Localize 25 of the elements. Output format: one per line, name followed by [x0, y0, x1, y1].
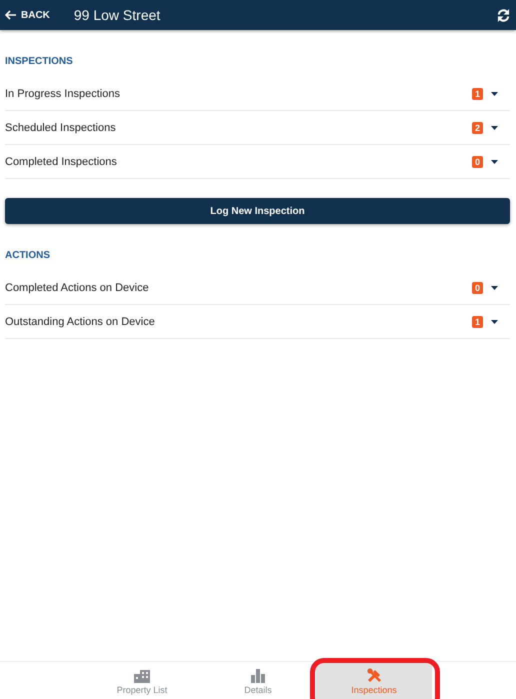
caret-down-icon[interactable] [491, 126, 498, 130]
section-heading: INSPECTIONS [5, 55, 74, 69]
list-item-label[interactable]: Scheduled Inspections [5, 122, 472, 134]
list-item-label[interactable]: Outstanding Actions on Device [5, 316, 472, 328]
building-icon [134, 670, 150, 683]
page-title: 99 Low Street [74, 7, 162, 23]
caret-down-icon[interactable] [491, 160, 498, 164]
back-button[interactable]: BACK [5, 10, 50, 20]
log-inspection-button[interactable]: Log New Inspection [5, 198, 510, 224]
arrow-left-icon [5, 10, 17, 20]
count-badge: 1 [472, 316, 483, 328]
count-badge: 2 [472, 122, 483, 134]
list-item-label[interactable]: In Progress Inspections [5, 88, 472, 100]
bar-chart-icon [251, 669, 265, 683]
caret-down-icon[interactable] [491, 92, 498, 96]
list-item-label[interactable]: Completed Inspections [5, 156, 472, 168]
count-badge: 0 [472, 156, 483, 168]
count-badge: 1 [472, 88, 483, 100]
refresh-icon[interactable] [497, 8, 510, 22]
caret-down-icon[interactable] [491, 286, 498, 290]
tools-icon [366, 668, 382, 683]
caret-down-icon[interactable] [491, 320, 498, 324]
section-heading: ACTIONS [5, 249, 51, 263]
count-badge: 0 [472, 282, 483, 294]
list-item-label[interactable]: Completed Actions on Device [5, 282, 472, 294]
